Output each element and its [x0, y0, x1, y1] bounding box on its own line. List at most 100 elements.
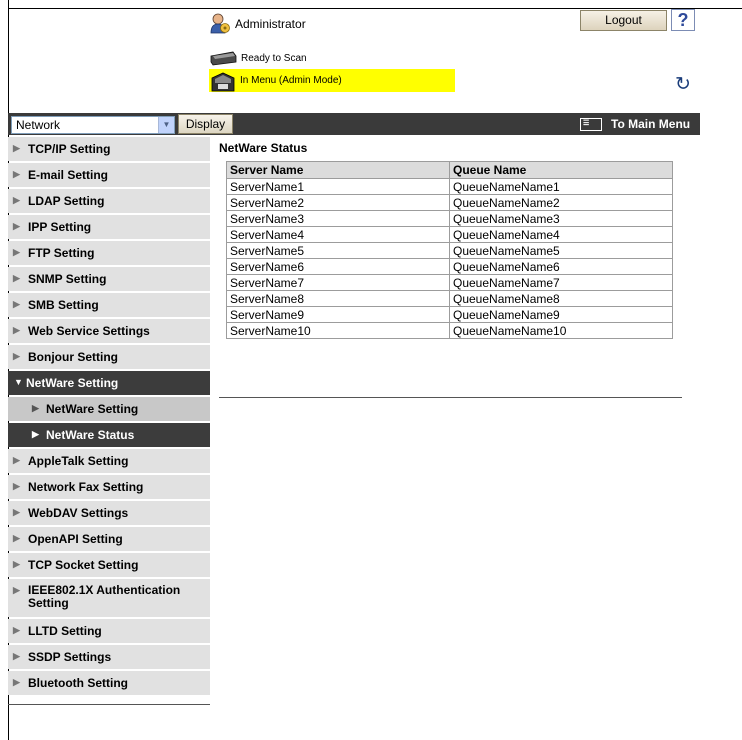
- table-row: ServerName1 QueueNameName1: [226, 178, 673, 195]
- server-name-cell: ServerName7: [226, 274, 450, 291]
- sidebar-item-webdav[interactable]: ▶ WebDAV Settings: [8, 501, 210, 525]
- triangle-right-icon: ▶: [13, 169, 20, 179]
- triangle-right-icon: ▶: [32, 429, 39, 439]
- logout-button[interactable]: Logout: [580, 10, 667, 31]
- table-row: ServerName5 QueueNameName5: [226, 242, 673, 259]
- sidebar-item-label: Web Service Settings: [28, 324, 150, 338]
- sidebar-item-label: Bluetooth Setting: [28, 676, 128, 690]
- to-main-menu-button[interactable]: ☰ To Main Menu: [580, 113, 700, 135]
- triangle-right-icon: ▶: [13, 143, 20, 153]
- triangle-right-icon: ▶: [13, 651, 20, 661]
- table-row: ServerName8 QueueNameName8: [226, 290, 673, 307]
- device-status-text: Ready to Scan: [241, 53, 307, 64]
- device-menu-icon: [211, 72, 235, 92]
- sidebar-item-label: IPP Setting: [28, 220, 92, 234]
- triangle-right-icon: ▶: [13, 455, 20, 465]
- queue-name-cell: QueueNameName7: [449, 274, 673, 291]
- sidebar-item-label: SSDP Settings: [28, 650, 112, 664]
- page-title: NetWare Status: [219, 141, 308, 155]
- triangle-right-icon: ▶: [13, 677, 20, 687]
- sidebar-item-ldap[interactable]: ▶ LDAP Setting: [8, 189, 210, 213]
- sidebar-subitem-netware-status[interactable]: ▶ NetWare Status: [8, 423, 210, 447]
- sidebar-item-ssdp[interactable]: ▶ SSDP Settings: [8, 645, 210, 669]
- sidebar-item-bonjour[interactable]: ▶ Bonjour Setting: [8, 345, 210, 369]
- server-name-cell: ServerName10: [226, 322, 450, 339]
- triangle-right-icon: ▶: [13, 299, 20, 309]
- sidebar-item-ieee8021x[interactable]: ▶ IEEE802.1X Authentication Setting: [8, 579, 210, 617]
- sidebar-item-label: AppleTalk Setting: [28, 454, 129, 468]
- sidebar-item-label: NetWare Setting: [46, 402, 139, 416]
- server-name-cell: ServerName6: [226, 258, 450, 275]
- help-icon[interactable]: ?: [671, 9, 695, 31]
- administrator-label: Administrator: [235, 17, 306, 31]
- queue-name-cell: QueueNameName3: [449, 210, 673, 227]
- table-header-row: Server Name Queue Name: [226, 161, 673, 179]
- sidebar-item-openapi[interactable]: ▶ OpenAPI Setting: [8, 527, 210, 551]
- triangle-right-icon: ▶: [13, 247, 20, 257]
- sidebar-item-lltd[interactable]: ▶ LLTD Setting: [8, 619, 210, 643]
- sidebar-item-tcpip[interactable]: ▶ TCP/IP Setting: [8, 137, 210, 161]
- server-name-cell: ServerName9: [226, 306, 450, 323]
- sidebar-item-label: NetWare Setting: [26, 376, 119, 390]
- sidebar-item-label: Network Fax Setting: [28, 480, 144, 494]
- triangle-right-icon: ▶: [13, 195, 20, 205]
- sidebar-item-email[interactable]: ▶ E-mail Setting: [8, 163, 210, 187]
- to-main-menu-label: To Main Menu: [611, 117, 691, 131]
- sidebar-item-network-fax[interactable]: ▶ Network Fax Setting: [8, 475, 210, 499]
- sidebar-item-label: NetWare Status: [46, 428, 135, 442]
- triangle-right-icon: ▶: [13, 325, 20, 335]
- sidebar-item-tcp-socket[interactable]: ▶ TCP Socket Setting: [8, 553, 210, 577]
- category-select[interactable]: Network ▼: [11, 116, 175, 134]
- sidebar-item-label: WebDAV Settings: [28, 506, 129, 520]
- scanner-icon: [210, 51, 237, 66]
- queue-name-cell: QueueNameName8: [449, 290, 673, 307]
- category-select-value: Network: [16, 118, 61, 132]
- sidebar-divider: [8, 704, 210, 705]
- display-button[interactable]: Display: [178, 114, 233, 134]
- sidebar-item-appletalk[interactable]: ▶ AppleTalk Setting: [8, 449, 210, 473]
- sidebar-item-snmp[interactable]: ▶ SNMP Setting: [8, 267, 210, 291]
- sidebar-item-netware[interactable]: ▼ NetWare Setting: [8, 371, 210, 395]
- triangle-right-icon: ▶: [32, 403, 39, 413]
- queue-name-cell: QueueNameName10: [449, 322, 673, 339]
- sidebar-item-label: FTP Setting: [28, 246, 95, 260]
- sidebar: ▶ TCP/IP Setting ▶ E-mail Setting ▶ LDAP Se…: [8, 137, 210, 697]
- sidebar-item-label: IEEE802.1X Authentication Setting: [28, 583, 181, 610]
- triangle-right-icon: ▶: [13, 351, 20, 361]
- table-row: ServerName6 QueueNameName6: [226, 258, 673, 275]
- content-divider: [219, 397, 682, 398]
- sidebar-item-web-service[interactable]: ▶ Web Service Settings: [8, 319, 210, 343]
- triangle-right-icon: ▶: [13, 533, 20, 543]
- sidebar-item-ftp[interactable]: ▶ FTP Setting: [8, 241, 210, 265]
- triangle-right-icon: ▶: [13, 625, 20, 635]
- queue-name-cell: QueueNameName2: [449, 194, 673, 211]
- sidebar-item-smb[interactable]: ▶ SMB Setting: [8, 293, 210, 317]
- server-name-cell: ServerName8: [226, 290, 450, 307]
- sidebar-item-bluetooth[interactable]: ▶ Bluetooth Setting: [8, 671, 210, 695]
- triangle-right-icon: ▶: [13, 507, 20, 517]
- table-row: ServerName2 QueueNameName2: [226, 194, 673, 211]
- sidebar-subitem-netware-setting[interactable]: ▶ NetWare Setting: [8, 397, 210, 421]
- netware-status-table: Server Name Queue Name ServerName1 QueueN…: [226, 161, 673, 339]
- sidebar-item-label: OpenAPI Setting: [28, 532, 123, 546]
- server-name-cell: ServerName3: [226, 210, 450, 227]
- queue-name-cell: QueueNameName6: [449, 258, 673, 275]
- refresh-icon[interactable]: ↻: [671, 74, 695, 96]
- triangle-down-icon: ▼: [14, 377, 23, 387]
- table-row: ServerName10 QueueNameName10: [226, 322, 673, 339]
- sidebar-item-label: SMB Setting: [28, 298, 99, 312]
- triangle-right-icon: ▶: [13, 585, 20, 595]
- column-header-queue-name: Queue Name: [449, 161, 673, 179]
- sidebar-item-label: LDAP Setting: [28, 194, 105, 208]
- sidebar-item-ipp[interactable]: ▶ IPP Setting: [8, 215, 210, 239]
- sidebar-item-label: E-mail Setting: [28, 168, 109, 182]
- table-row: ServerName9 QueueNameName9: [226, 306, 673, 323]
- column-header-server-name: Server Name: [226, 161, 450, 179]
- table-row: ServerName3 QueueNameName3: [226, 210, 673, 227]
- sidebar-item-label: TCP/IP Setting: [28, 142, 111, 156]
- queue-name-cell: QueueNameName4: [449, 226, 673, 243]
- sidebar-item-label: TCP Socket Setting: [28, 558, 139, 572]
- queue-name-cell: QueueNameName9: [449, 306, 673, 323]
- triangle-right-icon: ▶: [13, 221, 20, 231]
- server-name-cell: ServerName5: [226, 242, 450, 259]
